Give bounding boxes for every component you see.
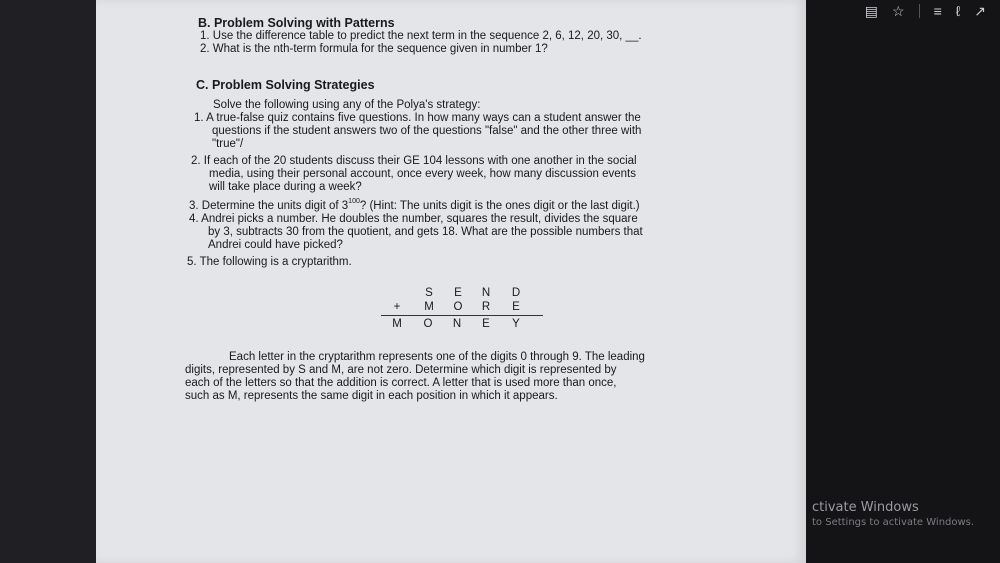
crypt-letter: M — [392, 318, 402, 330]
paragraph-line-4: such as M, represents the same digit in … — [185, 390, 558, 402]
crypt-letter: N — [452, 318, 462, 330]
cryptarithm-row-send: S E N D — [96, 287, 806, 300]
crypt-letter: Y — [512, 318, 520, 330]
cryptarithm-row-more: + M O R E — [96, 301, 806, 314]
crypt-letter: N — [481, 287, 491, 299]
hub-icon[interactable]: ≡ — [934, 4, 942, 18]
document-page: B. Problem Solving with Patterns 1. Use … — [96, 0, 806, 563]
question-4-line-1: 4. Andrei picks a number. He doubles the… — [189, 213, 638, 225]
share-icon[interactable]: ↗ — [974, 4, 986, 18]
question-3-text: 3. Determine the units digit of 3 — [189, 200, 349, 212]
reading-view-icon[interactable]: ▤ — [865, 4, 878, 18]
crypt-letter: M — [424, 301, 434, 313]
crypt-letter: E — [482, 318, 490, 330]
question-5: 5. The following is a cryptarithm. — [187, 256, 352, 268]
question-3-hint: ? (Hint: The units digit is the ones dig… — [359, 200, 640, 212]
crypt-letter: O — [423, 318, 433, 330]
crypt-letter: O — [453, 301, 463, 313]
question-1-line-1: 1. A true-false quiz contains five quest… — [194, 112, 641, 124]
right-dark-area — [806, 0, 1000, 563]
section-b-item-2: 2. What is the nth-term formula for the … — [200, 43, 548, 55]
sum-line — [381, 315, 543, 316]
watermark-line-1: ctivate Windows — [812, 500, 919, 515]
browser-toolbar: ▤ ☆ ≡ ℓ ↗ — [806, 0, 1000, 22]
paragraph-line-2: digits, represented by S and M, are not … — [185, 364, 617, 376]
crypt-letter: E — [454, 287, 462, 299]
crypt-letter: D — [511, 287, 521, 299]
activate-windows-watermark: ctivate Windows to Settings to activate … — [812, 500, 1000, 528]
cryptarithm-row-money: M O N E Y — [96, 318, 806, 331]
question-1-line-2: questions if the student answers two of … — [212, 125, 642, 137]
crypt-letter: E — [512, 301, 520, 313]
section-b-heading: B. Problem Solving with Patterns — [198, 16, 395, 30]
crypt-letter: R — [481, 301, 491, 313]
question-2-line-2: media, using their personal account, onc… — [209, 168, 637, 180]
crypt-letter: S — [425, 287, 433, 299]
section-c-heading: C. Problem Solving Strategies — [196, 78, 375, 92]
toolbar-divider — [918, 4, 920, 18]
paragraph-line-1: Each letter in the cryptarithm represent… — [229, 351, 645, 363]
question-4-line-3: Andrei could have picked? — [208, 239, 343, 251]
question-3: 3. Determine the units digit of 3100? (H… — [189, 198, 640, 213]
watermark-line-2: to Settings to activate Windows. — [812, 517, 975, 528]
plus-sign: + — [393, 301, 401, 313]
question-4-line-2: by 3, subtracts 30 from the quotient, an… — [208, 226, 643, 238]
question-2-line-3: will take place during a week? — [209, 181, 362, 193]
question-1-line-3: "true"/ — [212, 138, 244, 150]
question-3-exponent: 100 — [348, 198, 360, 205]
question-2-line-1: 2. If each of the 20 students discuss th… — [191, 155, 637, 167]
left-bezel — [0, 0, 96, 563]
favorite-star-icon[interactable]: ☆ — [892, 4, 905, 18]
section-b-item-1: 1. Use the difference table to predict t… — [200, 30, 642, 42]
section-c-intro: Solve the following using any of the Pol… — [213, 99, 481, 111]
pen-icon[interactable]: ℓ — [956, 4, 961, 18]
paragraph-line-3: each of the letters so that the addition… — [185, 377, 617, 389]
